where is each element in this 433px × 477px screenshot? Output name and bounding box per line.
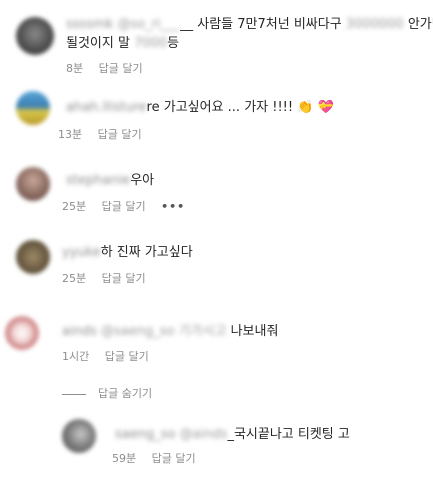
comment-mention[interactable]: @saeng_so 기가시고 [101,324,226,339]
more-options-icon[interactable]: ••• [161,200,185,214]
comment-time: 8분 [66,62,84,75]
avatar[interactable] [5,316,39,350]
reply-button[interactable]: 답글 달기 [99,62,143,76]
comment-username[interactable]: ahah.llisture [66,100,147,115]
comment-text: 우아 [130,173,155,188]
heart-icon: 💝 [317,100,334,115]
comment-username[interactable]: stephanie [66,173,130,188]
comment-username[interactable]: saeng_so [115,427,175,442]
comment-text: 안가면 [407,17,433,32]
avatar[interactable] [16,240,50,274]
comment-text: 될것이지 말 [66,36,135,51]
comment-time: 25분 [62,272,87,285]
reply-button[interactable]: 답글 달기 [152,452,196,466]
reply-button[interactable]: 답글 달기 [102,272,146,286]
avatar[interactable] [16,91,50,125]
avatar[interactable] [62,419,96,453]
clap-icon: 👏 [297,100,314,115]
comment-text-blurred: 7000 [134,36,168,51]
comment-text: 나보내줘 [230,324,279,339]
comment-text: _국시끝나고 티켓팅 고 [227,427,350,442]
comment-username[interactable]: yyuke [62,245,101,260]
comment-text-blurred: 3000000 [345,17,404,32]
comment-text: 하 진짜 가고싶다 [100,245,193,260]
reply-button[interactable]: 답글 달기 [102,200,146,214]
comment-time: 59분 [112,452,137,465]
comment-username[interactable]: ainds [62,324,97,339]
avatar[interactable] [16,17,54,55]
hide-replies-button[interactable]: 답글 숨기기 [62,385,152,401]
comment-time: 13분 [58,128,83,141]
comment-text: 등 [167,36,180,51]
comment-mention[interactable]: @so_ri___ [117,17,180,32]
comment-text: re 가고싶어요 ... 가자 !!!! [146,100,298,115]
comment-text: __ 사람들 7만7처넌 비싸다구 [180,17,346,32]
comment-time: 1시간 [62,350,90,363]
avatar[interactable] [16,167,50,201]
divider-line [62,393,86,395]
hide-replies-label: 답글 숨기기 [98,387,153,400]
comment-time: 25분 [62,200,87,213]
reply-button[interactable]: 답글 달기 [98,128,142,142]
comment-username[interactable]: ssssmk [66,17,113,32]
comment-mention[interactable]: @ainds [180,427,228,442]
reply-button[interactable]: 답글 달기 [105,350,149,364]
